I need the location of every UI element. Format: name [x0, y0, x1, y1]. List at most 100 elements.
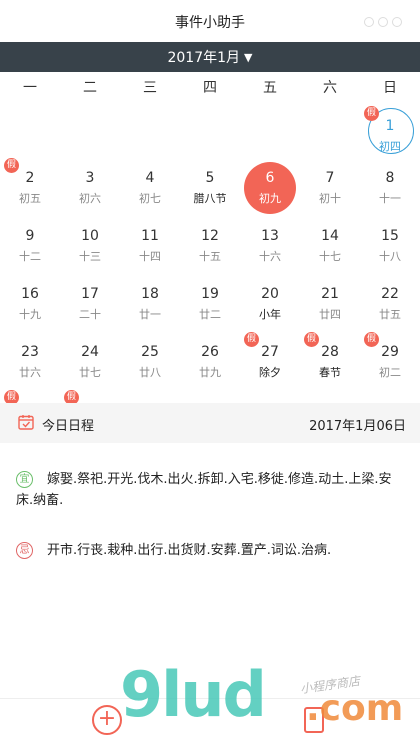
menu-dots-icon[interactable]	[364, 17, 402, 27]
lunar-date: 十五	[199, 250, 221, 263]
top-bar: 事件小助手	[0, 0, 420, 42]
chevron-down-icon: ▼	[244, 50, 253, 64]
day-number: 7	[325, 170, 335, 186]
day-number: 5	[205, 170, 215, 186]
calendar-day[interactable]: 11 十四	[120, 220, 180, 278]
lunar-date: 十六	[259, 250, 281, 263]
weekday-6: 日	[383, 80, 397, 96]
calendar-day[interactable]: 假 2 初五	[0, 158, 60, 220]
lunar-date: 十一	[379, 192, 401, 205]
calendar-day[interactable]: 18 廿一	[120, 278, 180, 336]
calendar-day[interactable]: 23 廿六	[0, 336, 60, 394]
holiday-badge: 假	[4, 158, 19, 173]
lunar-date: 十四	[139, 250, 161, 263]
calendar-day[interactable]: 13 十六	[240, 220, 300, 278]
calendar-day[interactable]: 25 廿八	[120, 336, 180, 394]
lunar-date: 十三	[79, 250, 101, 263]
day-number: 20	[261, 286, 279, 302]
calendar-day[interactable]: 4 初七	[120, 162, 180, 220]
calendar-grid: 假 1 初四假 2 初五 3 初六 4 初七 5 腊八节 6 初九 7 初十 8 十一 9 十二 10 十三 11 十四 12…	[0, 104, 420, 437]
calendar-day[interactable]: 26 廿九	[180, 336, 240, 394]
lunar-date: 廿一	[139, 308, 161, 321]
schedule-date: 2017年1月06日	[309, 419, 406, 434]
lunar-date: 初五	[19, 192, 41, 205]
day-number: 13	[261, 228, 279, 244]
calendar-day[interactable]: 假 1 初四	[360, 106, 420, 168]
lunar-date: 初九	[259, 192, 281, 205]
calendar-day[interactable]: 21 廿四	[300, 278, 360, 336]
calendar-day[interactable]: 22 廿五	[360, 278, 420, 336]
day-number: 24	[81, 344, 99, 360]
lunar-date: 廿八	[139, 366, 161, 379]
lunar-date: 除夕	[259, 366, 281, 379]
calendar-day[interactable]: 16 十九	[0, 278, 60, 336]
day-number: 14	[321, 228, 339, 244]
calendar-day[interactable]: 5 腊八节	[180, 162, 240, 220]
calendar-day[interactable]: 15 十八	[360, 220, 420, 278]
day-number: 1	[385, 118, 395, 134]
lunar-date: 十八	[379, 250, 401, 263]
holiday-badge: 假	[364, 332, 379, 347]
calendar-day[interactable]: 17 二十	[60, 278, 120, 336]
calendar-day[interactable]: 12 十五	[180, 220, 240, 278]
calendar-day[interactable]: 10 十三	[60, 220, 120, 278]
calendar-day[interactable]: 9 十二	[0, 220, 60, 278]
lunar-date: 二十	[79, 308, 101, 321]
today-schedule-bar: 今日日程 2017年1月06日	[0, 403, 420, 443]
weekday-0: 一	[23, 80, 37, 96]
calendar-day[interactable]: 假 29 初二	[360, 332, 420, 394]
day-number: 18	[141, 286, 159, 302]
day-number: 26	[201, 344, 219, 360]
lunar-date: 小年	[259, 308, 281, 321]
lunar-date: 春节	[319, 366, 341, 379]
calendar-day[interactable]: 24 廿七	[60, 336, 120, 394]
day-number: 4	[145, 170, 155, 186]
month-selector[interactable]: 2017年1月 ▼	[0, 42, 420, 72]
holiday-badge: 假	[244, 332, 259, 347]
app-title: 事件小助手	[175, 15, 245, 31]
lunar-date: 十七	[319, 250, 341, 263]
add-event-button[interactable]: +	[92, 705, 122, 735]
calendar-day[interactable]: 14 十七	[300, 220, 360, 278]
ji-badge: 忌	[16, 542, 33, 559]
day-number: 16	[21, 286, 39, 302]
day-number: 15	[381, 228, 399, 244]
yi-text: 嫁娶.祭祀.开光.伐木.出火.拆卸.入宅.移徙.修造.动土.上梁.安床.纳畜.	[16, 472, 392, 508]
suitable-activities: 宜嫁娶.祭祀.开光.伐木.出火.拆卸.入宅.移徙.修造.动土.上梁.安床.纳畜.	[16, 469, 408, 511]
calendar-day[interactable]: 假 27 除夕	[240, 332, 300, 394]
calendar-day[interactable]: 20 小年	[240, 278, 300, 336]
lunar-date: 廿九	[199, 366, 221, 379]
day-number: 12	[201, 228, 219, 244]
calendar-day[interactable]: 8 十一	[360, 162, 420, 220]
day-number: 19	[201, 286, 219, 302]
day-number: 25	[141, 344, 159, 360]
lunar-date: 廿四	[319, 308, 341, 321]
weekday-1: 二	[83, 80, 97, 96]
calendar-day[interactable]: 假 28 春节	[300, 332, 360, 394]
weekday-3: 四	[203, 80, 217, 96]
day-number: 8	[385, 170, 395, 186]
holiday-badge: 假	[304, 332, 319, 347]
weekday-header: 一二三四五六日	[0, 72, 420, 104]
day-number: 23	[21, 344, 39, 360]
lunar-date: 廿二	[199, 308, 221, 321]
weekday-2: 三	[143, 80, 157, 96]
lunar-date: 初四	[379, 140, 401, 153]
lunar-date: 初七	[139, 192, 161, 205]
day-number: 9	[25, 228, 35, 244]
lunar-date: 廿五	[379, 308, 401, 321]
calendar-day[interactable]: 6 初九	[240, 162, 300, 220]
day-number: 11	[141, 228, 159, 244]
day-number: 10	[81, 228, 99, 244]
day-number: 17	[81, 286, 99, 302]
schedule-label: 今日日程	[42, 419, 95, 434]
calendar-day[interactable]: 19 廿二	[180, 278, 240, 336]
day-number: 6	[265, 170, 275, 186]
calendar-day[interactable]: 7 初十	[300, 162, 360, 220]
lunar-date: 初十	[319, 192, 341, 205]
lunar-date: 初二	[379, 366, 401, 379]
lunar-date: 廿七	[79, 366, 101, 379]
calendar-check-icon	[18, 415, 34, 430]
lunar-date: 腊八节	[193, 192, 227, 205]
calendar-day[interactable]: 3 初六	[60, 162, 120, 220]
